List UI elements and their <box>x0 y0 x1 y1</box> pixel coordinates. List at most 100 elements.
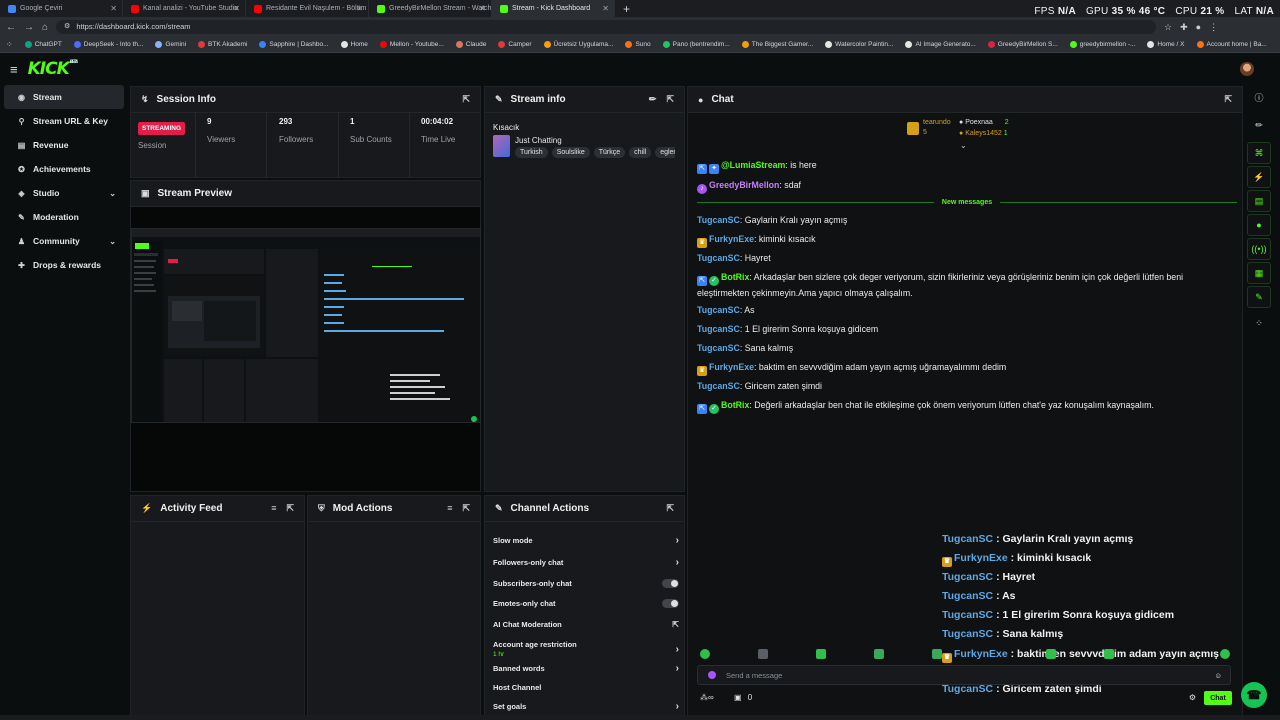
toggle-switch[interactable] <box>662 599 679 608</box>
popout-icon[interactable]: ⇱ <box>666 503 674 514</box>
browser-tab[interactable]: Stream - Kick Dashboard ✕ <box>492 0 615 17</box>
chevron-right-icon[interactable]: › <box>676 701 679 712</box>
chevron-right-icon[interactable]: › <box>676 644 679 655</box>
kick-logo[interactable]: KICKBETA <box>28 59 78 79</box>
chat-username[interactable]: TugcanSC <box>697 215 740 225</box>
chat-username[interactable]: TugcanSC <box>697 253 740 263</box>
emote-icon[interactable] <box>1046 649 1056 659</box>
emote-icon[interactable] <box>1104 649 1114 659</box>
close-tab-icon[interactable]: ✕ <box>602 4 609 13</box>
broadcast-icon[interactable]: ((•)) <box>1247 238 1271 260</box>
sidebar-item-community[interactable]: ♟ Community ⌄ <box>4 229 124 253</box>
bookmark-item[interactable]: GreedyBirMellon S... <box>987 41 1058 48</box>
bookmark-item[interactable]: AI Image Generato... <box>905 41 976 48</box>
chat-bubble-icon[interactable]: ● <box>1247 214 1271 236</box>
emote-icon[interactable] <box>758 649 768 659</box>
sidebar-item-studio[interactable]: ◈ Studio ⌄ <box>4 181 124 205</box>
bookmark-item[interactable]: greedybirmellon -... <box>1069 41 1135 48</box>
chat-username[interactable]: BotRix <box>721 272 749 282</box>
channel-action-row[interactable]: Host Channel <box>493 683 679 692</box>
document-icon[interactable]: ▤ <box>1247 190 1271 212</box>
menu-icon[interactable]: ≡ <box>10 62 18 77</box>
bookmark-item[interactable]: Suno <box>625 41 651 48</box>
bookmark-item[interactable]: Mellon - Youtube... <box>379 41 444 48</box>
browser-tab[interactable]: GreedyBirMellon Stream - Watch ✕ <box>369 0 492 17</box>
sidebar-item-stream[interactable]: ◉ Stream <box>4 85 124 109</box>
bookmark-item[interactable]: Home <box>340 41 368 48</box>
forward-icon[interactable]: → <box>24 22 34 33</box>
chevron-right-icon[interactable]: › <box>676 535 679 546</box>
channel-action-row[interactable]: Account age restriction 1 hr › <box>493 640 679 658</box>
filter-icon[interactable]: ≡ <box>447 503 452 514</box>
chevron-right-icon[interactable]: › <box>676 663 679 674</box>
chat-username[interactable]: FurkynExe <box>709 362 754 372</box>
bookmark-item[interactable]: Watercolor Paintin... <box>825 41 893 48</box>
send-chat-button[interactable]: Chat <box>1204 691 1232 705</box>
browser-tab[interactable]: Residante Evil Naşulem - Bölüm 5 ✕ <box>246 0 369 17</box>
bookmark-item[interactable]: Camper <box>498 41 532 48</box>
chat-settings-icon[interactable]: ⚙ <box>1189 693 1196 702</box>
sidebar-item-stream-url-key[interactable]: ⚲ Stream URL & Key <box>4 109 124 133</box>
chat-username[interactable]: @LumiaStream <box>721 160 785 170</box>
chat-username[interactable]: GreedyBirMellon <box>709 180 779 190</box>
channel-action-row[interactable]: Followers-only chat › <box>493 557 679 568</box>
emote-icon[interactable] <box>932 649 942 659</box>
channel-action-row[interactable]: Emotes-only chat <box>493 599 679 608</box>
browser-tab[interactable]: Google Çeviri ✕ <box>0 0 123 17</box>
chat-username[interactable]: BotRix <box>721 400 749 410</box>
close-tab-icon[interactable]: ✕ <box>356 4 363 13</box>
chevron-right-icon[interactable]: › <box>676 557 679 568</box>
edit-icon[interactable]: ✏ <box>1247 114 1271 136</box>
channel-action-row[interactable]: Banned words › <box>493 663 679 674</box>
url-field[interactable]: ⚙ https://dashboard.kick.com/stream <box>56 20 1157 34</box>
browser-menu-icon[interactable]: ⋮ <box>1209 22 1218 33</box>
stream-tag[interactable]: chill <box>629 147 652 158</box>
stream-tag[interactable]: Soulslike <box>551 147 590 158</box>
popout-icon[interactable]: ⇱ <box>462 94 470 105</box>
emote-icon[interactable] <box>1220 649 1230 659</box>
stream-tag[interactable]: Türkçe <box>593 147 626 158</box>
chat-username[interactable]: TugcanSC <box>697 381 740 391</box>
edit-icon[interactable]: ✏ <box>649 94 657 105</box>
bookmark-item[interactable]: BTK Akademi <box>198 41 247 48</box>
emote-icon[interactable] <box>874 649 884 659</box>
user-avatar[interactable] <box>1240 62 1254 76</box>
sidebar-item-moderation[interactable]: ✎ Moderation <box>4 205 124 229</box>
help-chat-icon[interactable]: ☎ <box>1241 682 1267 708</box>
popout-icon[interactable]: ⇱ <box>462 503 470 514</box>
emote-icon[interactable] <box>816 649 826 659</box>
chat-username[interactable]: TugcanSC <box>697 305 740 315</box>
bookmark-item[interactable]: Ücretsiz Uygulama... <box>543 41 613 48</box>
apps-icon[interactable]: ⁘ <box>1247 312 1271 334</box>
wrench-icon[interactable]: ✎ <box>1247 286 1271 308</box>
chevron-down-icon[interactable]: ⌄ <box>109 237 116 246</box>
external-link-icon[interactable]: ⇱ <box>672 620 679 629</box>
bookmark-item[interactable]: Home / X <box>1147 41 1185 48</box>
close-tab-icon[interactable]: ✕ <box>479 4 486 13</box>
bookmark-item[interactable]: Sapphire | Dashbo... <box>259 41 329 48</box>
chat-username[interactable]: TugcanSC <box>697 324 740 334</box>
popout-icon[interactable]: ⇱ <box>286 503 294 514</box>
channel-action-row[interactable]: AI Chat Moderation ⇱ <box>493 620 679 629</box>
channel-action-row[interactable]: Slow mode › <box>493 535 679 546</box>
new-tab-button[interactable]: + <box>615 2 638 16</box>
toggle-switch[interactable] <box>662 579 679 588</box>
browser-tab[interactable]: Kanal analizi - YouTube Studio ✕ <box>123 0 246 17</box>
popout-icon[interactable]: ⇱ <box>666 94 674 105</box>
channel-action-row[interactable]: Subscribers-only chat <box>493 579 679 588</box>
chat-username[interactable]: FurkynExe <box>709 234 754 244</box>
raid-icon[interactable]: ⌘ <box>1247 142 1271 164</box>
chat-input[interactable]: Send a message ☺ <box>697 665 1231 685</box>
site-info-icon[interactable]: ⚙ <box>64 20 70 34</box>
sidebar-item-revenue[interactable]: ▤ Revenue <box>4 133 124 157</box>
bookmark-item[interactable]: The Biggest Gamer... <box>741 41 813 48</box>
filter-icon[interactable]: ≡ <box>271 503 276 514</box>
bookmark-item[interactable]: Account home | Ba... <box>1196 41 1267 48</box>
community-icon[interactable]: ⁂∞ <box>700 693 714 702</box>
leaderboard-expand-icon[interactable]: ⌄ <box>960 141 967 150</box>
lightning-icon[interactable]: ⚡ <box>1247 166 1271 188</box>
stream-tag[interactable]: Turkish <box>515 147 548 158</box>
back-icon[interactable]: ← <box>6 22 16 33</box>
close-tab-icon[interactable]: ✕ <box>233 4 240 13</box>
channel-action-row[interactable]: Set goals › <box>493 701 679 712</box>
